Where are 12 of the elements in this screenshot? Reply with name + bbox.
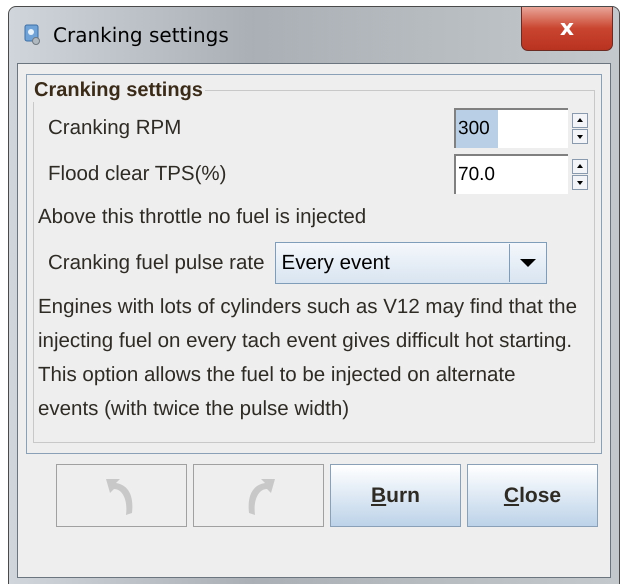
window-title: Cranking settings	[53, 23, 229, 47]
dialog-button[interactable]: Burn	[330, 464, 461, 527]
dropdown[interactable]: Every event	[274, 242, 547, 284]
field-label: Cranking fuel pulse rate	[47, 251, 265, 275]
group-title: Cranking settings	[33, 79, 204, 102]
dialog-button[interactable]: Close	[467, 464, 598, 527]
field-label: Cranking RPM	[47, 116, 182, 140]
description-text: Above this throttle no fuel is injected	[38, 204, 368, 230]
description-text: Engines with lots of cylinders such as V12 may find that the injecting fuel on every tach event gives difficult hot starting. This option allows the fuel to be injected on alternate events (with twice the pulse width)	[38, 294, 578, 422]
field-label: Flood clear TPS(%)	[47, 162, 226, 186]
window-close-button[interactable]: x	[521, 7, 613, 51]
app-icon	[23, 24, 43, 46]
